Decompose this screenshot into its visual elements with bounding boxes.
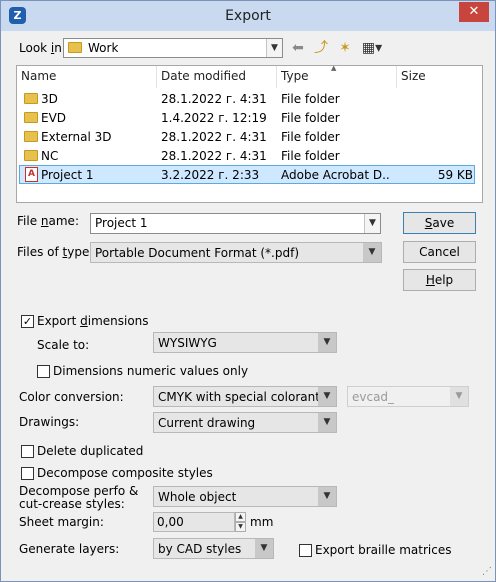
chevron-down-icon[interactable]: ▼: [318, 333, 336, 352]
chevron-down-icon: ▼: [450, 387, 468, 406]
back-icon[interactable]: ⬅: [290, 40, 306, 56]
folder-icon: [24, 93, 38, 104]
folder-icon: [24, 150, 38, 161]
pdf-file-icon: A: [25, 167, 38, 182]
sheet-margin-stepper[interactable]: 0,00 ▲ ▼: [153, 512, 246, 532]
filetype-dropdown[interactable]: Portable Document Format (*.pdf) ▼: [90, 242, 382, 263]
export-dialog: Z Export ✕ Look in: Work ▼ ⬅ ⤴ ✶ ▦▾ Name…: [0, 0, 496, 582]
drawings-dropdown[interactable]: Current drawing ▼: [153, 412, 337, 433]
up-folder-icon[interactable]: ⤴: [312, 40, 330, 56]
folder-icon: [24, 131, 38, 142]
chevron-down-icon[interactable]: ▼: [364, 214, 380, 233]
decompose-composite-label[interactable]: Decompose composite styles: [37, 466, 213, 480]
file-date: 28.1.2022 г. 4:31: [161, 149, 267, 163]
chevron-down-icon[interactable]: ▼: [363, 243, 381, 262]
filename-label: File name:: [17, 214, 79, 228]
color-conversion-label: Color conversion:: [19, 390, 124, 404]
title-bar[interactable]: Z Export ✕: [1, 1, 495, 31]
numeric-only-checkbox[interactable]: [37, 365, 50, 378]
file-row[interactable]: EVD 1.4.2022 г. 12:19 File folder: [19, 109, 475, 127]
generate-layers-label: Generate layers:: [19, 542, 120, 556]
spin-down-icon[interactable]: ▼: [235, 522, 246, 532]
decompose-perfo-label-line2: cut-crease styles:: [19, 497, 125, 511]
column-header-type[interactable]: Type: [277, 66, 397, 88]
file-type: File folder: [281, 111, 340, 125]
drawings-value: Current drawing: [158, 416, 256, 430]
chevron-down-icon[interactable]: ▼: [266, 39, 282, 57]
scale-to-label: Scale to:: [37, 338, 90, 352]
column-header-date[interactable]: Date modified: [157, 66, 277, 88]
save-button[interactable]: Save: [403, 212, 476, 234]
cancel-button[interactable]: Cancel: [403, 241, 476, 263]
view-menu-icon[interactable]: ▦▾: [359, 40, 385, 56]
chevron-down-icon[interactable]: ▼: [318, 413, 336, 432]
filetype-label: Files of type:: [17, 245, 94, 259]
delete-duplicated-checkbox[interactable]: [21, 445, 34, 458]
new-folder-icon[interactable]: ✶: [336, 40, 354, 56]
braille-label[interactable]: Export braille matrices: [315, 543, 451, 557]
file-name: EVD: [41, 111, 67, 125]
color-conversion-dropdown[interactable]: CMYK with special colorants ▼: [153, 386, 337, 407]
folder-icon: [24, 112, 38, 123]
dialog-title: Export: [225, 8, 271, 24]
resize-grip-icon[interactable]: ⋰: [480, 566, 492, 578]
generate-layers-value: by CAD styles: [158, 542, 242, 556]
chevron-down-icon[interactable]: ▼: [255, 539, 273, 558]
colorant-profile-dropdown: evcad_ ▼: [347, 386, 469, 407]
file-name: NC: [41, 149, 59, 163]
file-row[interactable]: NC 28.1.2022 г. 4:31 File folder: [19, 147, 475, 165]
numeric-only-label[interactable]: Dimensions numeric values only: [53, 364, 248, 378]
help-button[interactable]: Help: [403, 269, 476, 291]
color-conversion-value: CMYK with special colorants: [158, 390, 327, 404]
sheet-margin-unit: mm: [250, 515, 274, 529]
close-button[interactable]: ✕: [459, 2, 489, 22]
decompose-perfo-value: Whole object: [158, 490, 237, 504]
column-header-size[interactable]: Size: [397, 66, 483, 88]
export-dimensions-label[interactable]: Export dimensions: [37, 314, 149, 328]
export-dimensions-checkbox[interactable]: ✓: [21, 315, 34, 328]
lookin-label: Look in:: [19, 41, 66, 55]
spin-up-icon[interactable]: ▲: [235, 512, 246, 522]
decompose-perfo-dropdown[interactable]: Whole object ▼: [153, 486, 337, 507]
file-date: 28.1.2022 г. 4:31: [161, 92, 267, 106]
file-list[interactable]: Name Date modified Type ▲ Size 3D 28.1.2…: [16, 64, 483, 203]
filename-input[interactable]: Project 1 ▼: [90, 213, 381, 234]
generate-layers-dropdown[interactable]: by CAD styles ▼: [153, 538, 274, 559]
scale-to-value: WYSIWYG: [158, 336, 217, 350]
sheet-margin-label: Sheet margin:: [19, 515, 104, 529]
file-date: 3.2.2022 г. 2:33: [161, 168, 260, 182]
close-icon: ✕: [468, 4, 480, 19]
chevron-down-icon[interactable]: ▼: [318, 387, 336, 406]
scale-to-dropdown[interactable]: WYSIWYG ▼: [153, 332, 337, 353]
sheet-margin-input[interactable]: 0,00: [153, 512, 235, 532]
file-name: 3D: [41, 92, 58, 106]
delete-duplicated-label[interactable]: Delete duplicated: [37, 444, 143, 458]
file-type: Adobe Acrobat D...: [281, 168, 389, 182]
decompose-composite-checkbox[interactable]: [21, 467, 34, 480]
filename-value[interactable]: Project 1: [95, 216, 148, 230]
file-type: File folder: [281, 149, 340, 163]
file-name: Project 1: [41, 168, 94, 182]
file-size: 59 KB: [437, 168, 473, 182]
colorant-profile-value: evcad_: [352, 390, 395, 404]
braille-checkbox[interactable]: [299, 544, 312, 557]
lookin-value: Work: [88, 41, 119, 55]
file-type: File folder: [281, 92, 340, 106]
folder-icon: [68, 42, 82, 53]
file-row[interactable]: External 3D 28.1.2022 г. 4:31 File folde…: [19, 128, 475, 146]
decompose-perfo-label: Decompose perfo &: [19, 484, 139, 498]
drawings-label: Drawings:: [19, 415, 80, 429]
file-row-selected[interactable]: A Project 1 3.2.2022 г. 2:33 Adobe Acrob…: [19, 165, 475, 184]
file-date: 28.1.2022 г. 4:31: [161, 130, 267, 144]
file-name: External 3D: [41, 130, 112, 144]
file-row[interactable]: 3D 28.1.2022 г. 4:31 File folder: [19, 90, 475, 108]
sort-ascending-icon: ▲: [331, 64, 337, 72]
filetype-value: Portable Document Format (*.pdf): [95, 246, 300, 260]
column-header-name[interactable]: Name: [17, 66, 157, 88]
file-type: File folder: [281, 130, 340, 144]
lookin-dropdown[interactable]: Work ▼: [63, 38, 283, 58]
chevron-down-icon[interactable]: ▼: [318, 487, 336, 506]
file-date: 1.4.2022 г. 12:19: [161, 111, 267, 125]
